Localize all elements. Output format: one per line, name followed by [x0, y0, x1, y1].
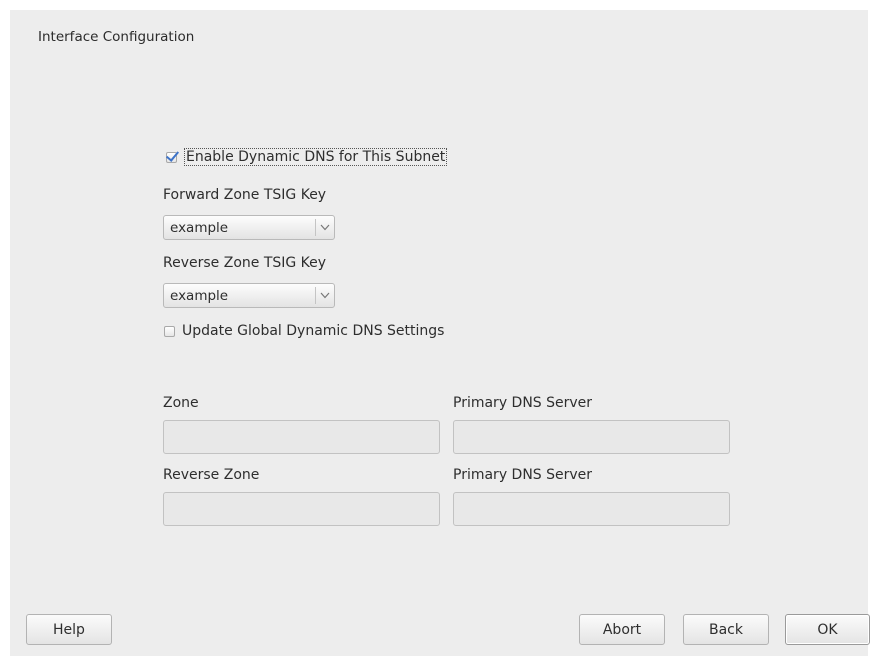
reverse-zone-label: Reverse Zone	[163, 467, 260, 483]
forward-zone-tsig-key-label: Forward Zone TSIG Key	[163, 187, 327, 203]
back-button[interactable]: Back	[683, 614, 769, 645]
reverse-zone-tsig-key-value: example	[170, 287, 229, 304]
reverse-zone-tsig-key-combo[interactable]: example	[163, 283, 335, 308]
reverse-zone-primary-dns-input[interactable]	[453, 492, 730, 526]
zone-primary-dns-input[interactable]	[453, 420, 730, 454]
chevron-down-icon[interactable]	[316, 292, 334, 299]
abort-button[interactable]: Abort	[579, 614, 665, 645]
reverse-zone-input[interactable]	[163, 492, 440, 526]
dialog-window: Interface Configuration Enable Dynamic D…	[10, 10, 870, 656]
update-global-ddns-label[interactable]: Update Global Dynamic DNS Settings	[182, 323, 444, 339]
enable-ddns-checkbox[interactable]	[166, 151, 177, 163]
help-button[interactable]: Help	[26, 614, 112, 645]
reverse-zone-primary-dns-label: Primary DNS Server	[453, 467, 593, 483]
dialog-title: Interface Configuration	[38, 29, 195, 45]
zone-label: Zone	[163, 395, 199, 411]
chevron-down-icon[interactable]	[316, 224, 334, 231]
zone-input[interactable]	[163, 420, 440, 454]
enable-ddns-checkbox-row[interactable]: Enable Dynamic DNS for This Subnet	[166, 148, 448, 166]
reverse-zone-tsig-key-label: Reverse Zone TSIG Key	[163, 255, 327, 271]
ok-button[interactable]: OK	[785, 614, 870, 645]
zone-primary-dns-label: Primary DNS Server	[453, 395, 593, 411]
update-global-ddns-checkbox-row[interactable]: Update Global Dynamic DNS Settings	[164, 323, 444, 339]
enable-ddns-label[interactable]: Enable Dynamic DNS for This Subnet	[184, 148, 448, 166]
forward-zone-tsig-key-value: example	[170, 219, 229, 236]
update-global-ddns-checkbox[interactable]	[164, 325, 175, 337]
forward-zone-tsig-key-combo[interactable]: example	[163, 215, 335, 240]
